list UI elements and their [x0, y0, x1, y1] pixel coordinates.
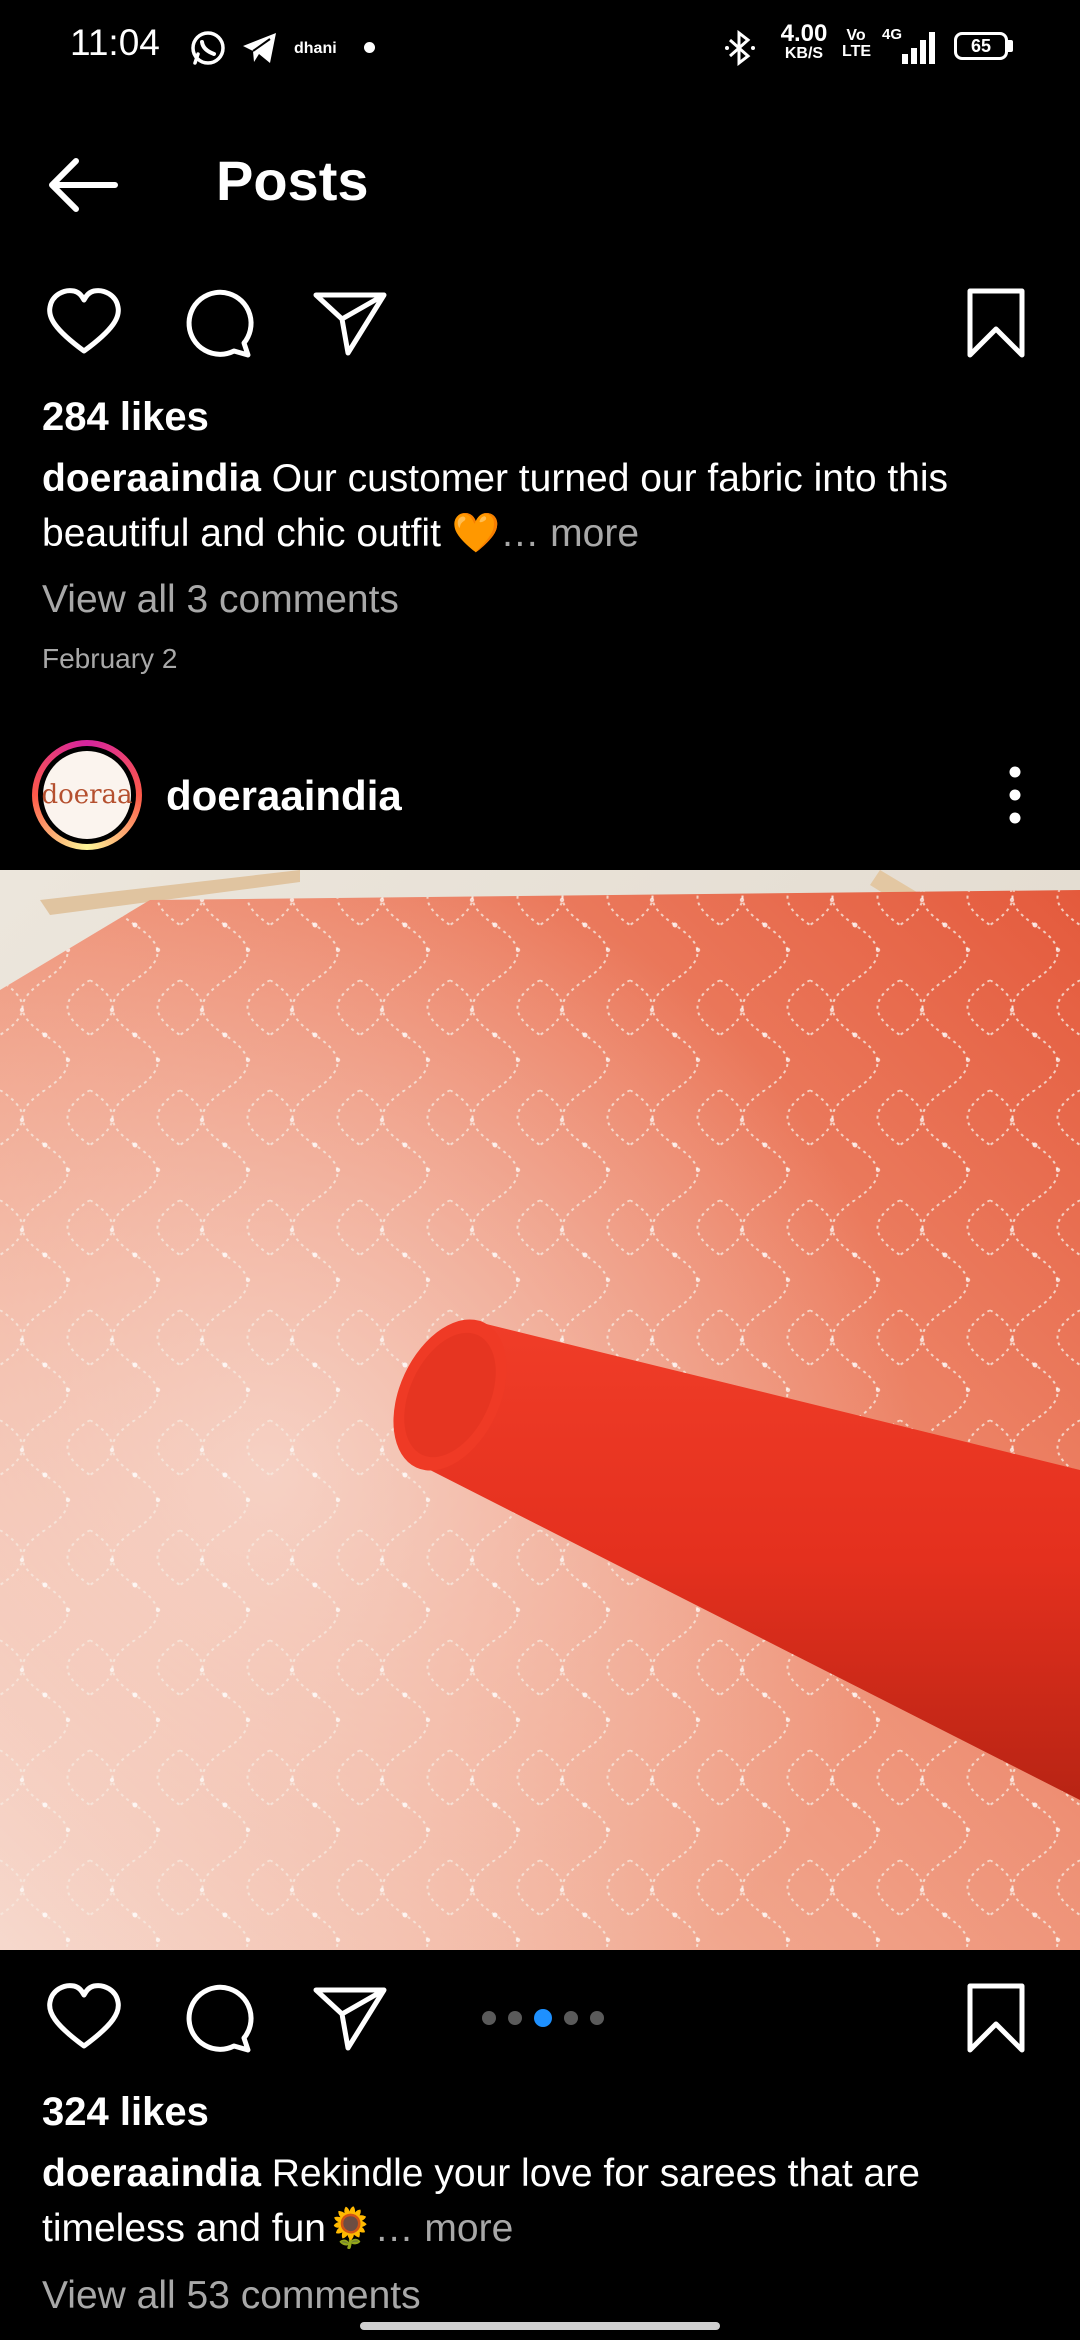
fabric-photo: [0, 870, 1080, 1950]
volte-bottom: LTE: [842, 43, 872, 60]
volte-top: Vo: [846, 27, 866, 44]
avatar-logo-text: doeraa: [41, 780, 133, 810]
post2-image[interactable]: [0, 870, 1080, 1950]
carrier-label: dhani: [294, 40, 337, 57]
post1-caption-username[interactable]: doeraaindia: [42, 457, 261, 500]
net-speed-unit: KB/S: [784, 45, 824, 62]
carousel-indicator: [482, 2008, 604, 2028]
heart-icon: [47, 1983, 121, 2049]
bookmark-icon: [967, 288, 1025, 358]
post2-likes[interactable]: 324 likes: [42, 2090, 209, 2135]
comment-icon: [186, 1984, 254, 2053]
comment-button[interactable]: [176, 283, 256, 363]
page-title: Posts: [216, 149, 369, 212]
save-button[interactable]: [956, 283, 1036, 363]
home-indicator[interactable]: [360, 2322, 720, 2330]
back-arrow-icon: [49, 158, 118, 212]
post2-more-link[interactable]: … more: [375, 2207, 514, 2250]
post1-likes[interactable]: 284 likes: [42, 395, 209, 440]
net-speed-value: 4.00: [780, 20, 828, 47]
post2-username[interactable]: doeraaindia: [166, 772, 402, 820]
post2-comment-button[interactable]: [176, 1978, 256, 2058]
carousel-dot-active: [534, 2009, 552, 2027]
post2-caption-username[interactable]: doeraaindia: [42, 2152, 261, 2195]
whatsapp-icon: [191, 31, 225, 65]
carousel-dot: [590, 2011, 604, 2025]
telegram-icon: [243, 33, 276, 63]
battery-indicator: 65: [954, 32, 1008, 60]
carousel-dot: [564, 2011, 578, 2025]
post2-avatar[interactable]: doeraa: [32, 740, 142, 850]
battery-tip: [1008, 40, 1013, 52]
post2-share-button[interactable]: [310, 1978, 390, 2058]
status-bar: 11:04 dhani 4.00 KB/S Vo LTE 4G 65: [0, 0, 1080, 100]
post1-more-link[interactable]: … more: [500, 512, 639, 555]
more-vertical-icon: [1009, 766, 1021, 824]
heart-icon: [47, 288, 121, 354]
share-icon: [313, 1987, 387, 2051]
carousel-dot: [508, 2011, 522, 2025]
volte-indicator: Vo LTE: [842, 27, 872, 60]
battery-level: 65: [970, 36, 992, 56]
post2-caption[interactable]: doeraaindia Rekindle your love for saree…: [42, 2146, 1042, 2256]
network-type: 4G: [882, 26, 903, 43]
back-button[interactable]: [40, 145, 130, 225]
post2-options-button[interactable]: [990, 760, 1040, 830]
bookmark-icon: [967, 1983, 1025, 2053]
notification-dot: [364, 42, 375, 53]
post2-save-button[interactable]: [956, 1978, 1036, 2058]
like-button[interactable]: [44, 283, 124, 363]
bluetooth-icon: [725, 30, 755, 66]
share-button[interactable]: [310, 283, 390, 363]
post2-like-button[interactable]: [44, 1978, 124, 2058]
post2-view-comments[interactable]: View all 53 comments: [42, 2274, 421, 2318]
comment-icon: [186, 289, 254, 358]
post1-caption[interactable]: doeraaindia Our customer turned our fabr…: [42, 451, 1042, 561]
signal-icon: [902, 32, 935, 64]
post1-date: February 2: [42, 643, 178, 674]
net-speed: 4.00 KB/S: [774, 20, 834, 64]
status-time: 11:04: [70, 22, 160, 63]
carousel-dot: [482, 2011, 496, 2025]
post1-view-comments[interactable]: View all 3 comments: [42, 578, 399, 622]
share-icon: [313, 292, 387, 356]
